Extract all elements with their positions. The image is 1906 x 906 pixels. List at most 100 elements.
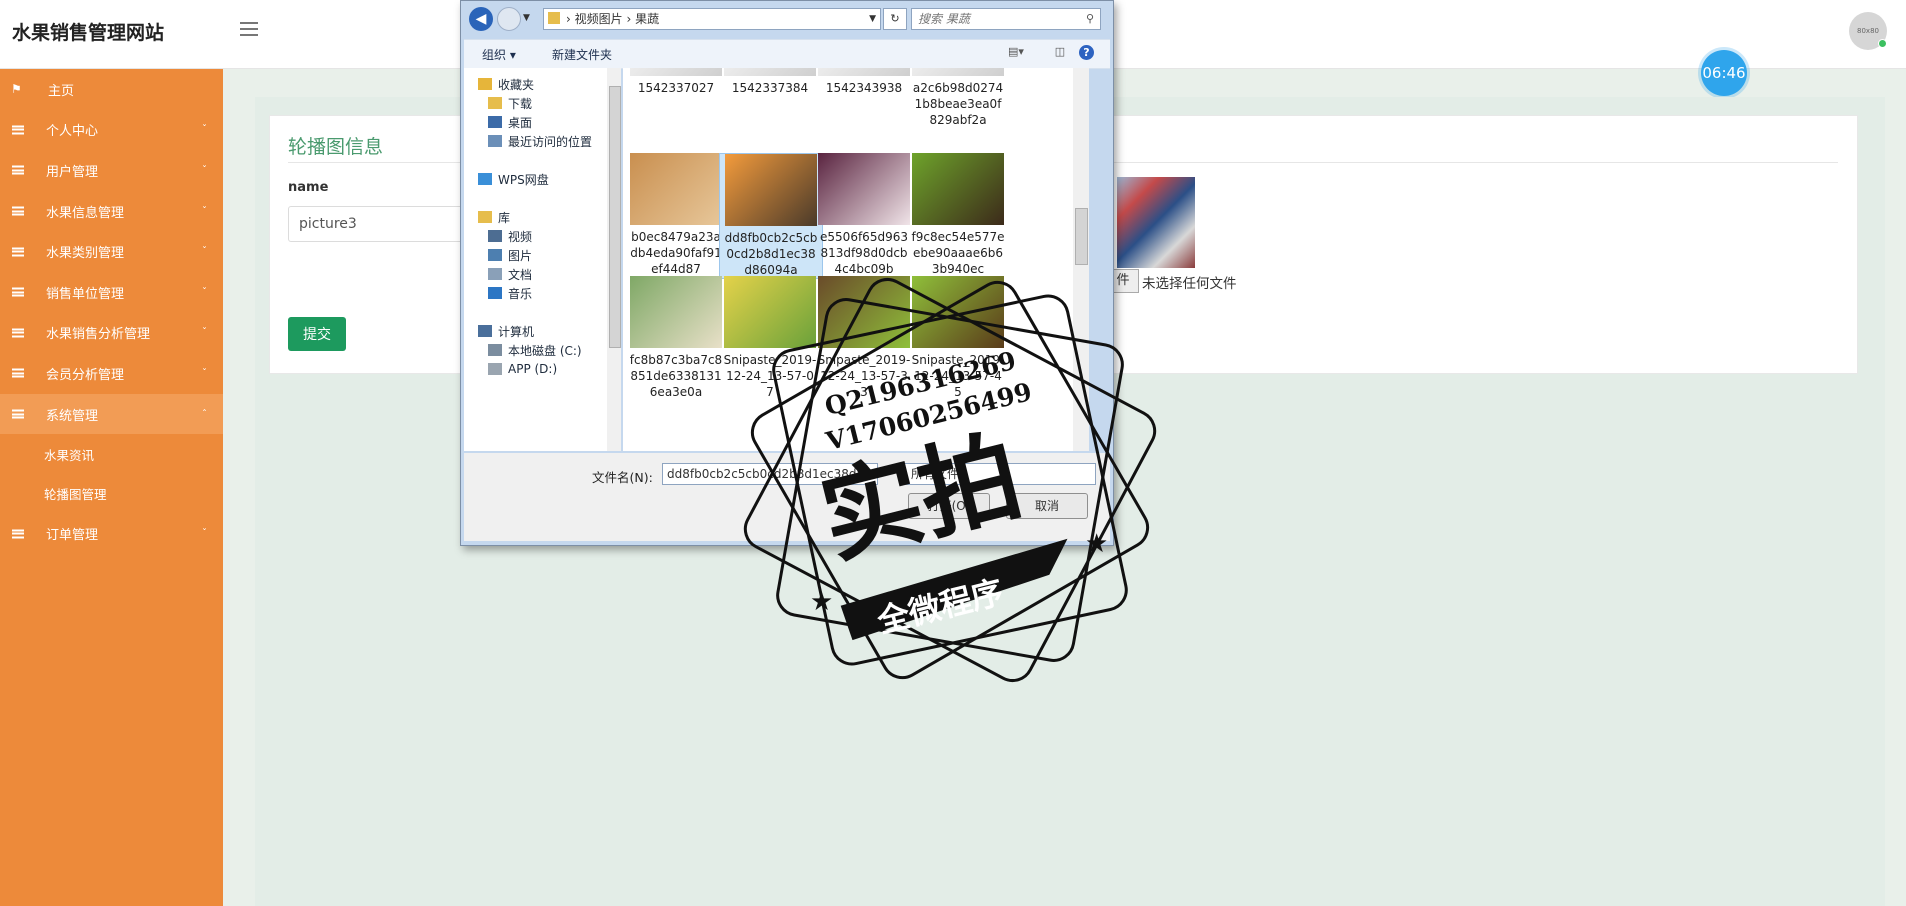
file-item[interactable]: f9c8ec54e577eebe90aaae6b63b940ec [907,153,1009,277]
folder-icon [478,173,492,185]
menu-toggle-icon[interactable] [240,22,258,36]
nav-item-label: 视频 [508,229,533,244]
sidebar-item[interactable]: 水果销售分析管理 ˇ [0,313,223,354]
sidebar-item-label: 系统管理 [46,408,99,424]
nav-scroll-thumb[interactable] [609,86,621,348]
path-breadcrumb[interactable]: › 视频图片 › 果蔬 ▼ [543,8,881,30]
name-label: name [288,180,329,195]
breadcrumb-segment[interactable]: 视频图片 [575,12,623,26]
back-arrow-icon[interactable]: ◀ [469,7,493,31]
nav-item[interactable]: 计算机 [478,321,534,341]
file-item[interactable]: dd8fb0cb2c5cb0cd2b8d1ec38d86094a [719,153,823,279]
sidebar-item-label: 水果销售分析管理 [46,327,151,343]
nav-item-label: APP (D:) [508,362,558,376]
avatar[interactable]: 80x80 [1849,12,1887,50]
sidebar-item-label: 订单管理 [46,528,99,544]
file-thumbnail [725,154,817,226]
organize-button[interactable]: 组织 ▾ [482,46,516,63]
file-item[interactable]: a2c6b98d02741b8beae3ea0f829abf2a [907,68,1009,128]
file-thumbnail [912,153,1004,225]
file-name: e5506f65d963813df98d0dcb4c4bc09b [820,230,908,276]
sidebar-item-label: 水果信息管理 [46,205,125,221]
sidebar-subitem[interactable]: 水果资讯 [0,434,223,474]
flag-icon: ⚑ [11,82,22,97]
file-thumbnail [818,68,910,76]
sidebar-item[interactable]: 系统管理 ˆ [0,393,223,435]
preview-pane-icon[interactable]: ◫ [1052,45,1068,59]
nav-item[interactable]: APP (D:) [488,359,557,379]
nav-item[interactable]: 文档 [488,264,532,284]
folder-icon [488,116,502,128]
file-thumbnail [818,153,910,225]
nav-item[interactable]: WPS网盘 [478,169,549,189]
chevron-icon: ˇ [202,367,207,379]
file-item[interactable]: Snipaste_2019-12-24_13-57-33 [813,276,915,400]
nav-scrollbar[interactable] [607,68,621,451]
list-icon [12,206,24,216]
sidebar-item[interactable]: 会员分析管理 ˇ [0,353,223,394]
list-icon [12,328,24,338]
file-item[interactable]: fc8b87c3ba7c8851de63381316ea3e0a [625,276,727,400]
file-name: 1542343938 [825,81,903,95]
nav-item[interactable]: 下载 [488,93,532,113]
chevron-icon: ˇ [202,286,207,298]
sidebar-item[interactable]: 销售单位管理 ˇ [0,272,223,313]
sidebar-item[interactable]: 订单管理 ˇ [0,513,223,554]
sidebar-subitem[interactable]: 轮播图管理 [0,474,223,514]
nav-item[interactable]: 收藏夹 [478,74,534,94]
history-dropdown-icon[interactable]: ▼ [523,13,530,23]
sidebar-item[interactable]: 水果类别管理 ˇ [0,231,223,272]
path-dropdown-icon[interactable]: ▼ [869,9,876,29]
forward-arrow-icon[interactable] [497,7,521,31]
nav-item[interactable]: 库 [478,207,510,227]
nav-item[interactable]: 视频 [488,226,532,246]
file-item[interactable]: Snipaste_2019-12-24_13-57-45 [907,276,1009,400]
file-status-text: 未选择任何文件 [1142,276,1237,292]
nav-item-label: WPS网盘 [498,172,549,187]
nav-item[interactable]: 音乐 [488,283,532,303]
breadcrumb-segment[interactable]: 果蔬 [635,12,659,26]
folder-icon [488,230,502,242]
search-input[interactable] [912,9,1070,29]
file-name: b0ec8479a23adb4eda90faf91ef44d87 [630,230,722,276]
file-scrollbar[interactable] [1073,68,1089,451]
file-item[interactable]: 1542337384 [719,68,821,96]
chevron-icon: ˇ [202,124,207,136]
open-button[interactable]: 打开(O) [908,493,990,519]
submit-button[interactable]: 提交 [288,317,346,351]
nav-item[interactable]: 最近访问的位置 [488,131,592,151]
file-item[interactable]: e5506f65d963813df98d0dcb4c4bc09b [813,153,915,277]
nav-item-label: 最近访问的位置 [508,134,593,149]
file-scroll-thumb[interactable] [1075,208,1088,265]
file-item[interactable]: b0ec8479a23adb4eda90faf91ef44d87 [625,153,727,277]
file-item[interactable]: 1542343938 [813,68,915,96]
file-name: Snipaste_2019-12-24_13-57-07 [723,353,817,399]
file-name: a2c6b98d02741b8beae3ea0f829abf2a [912,81,1004,127]
sidebar-item[interactable]: 个人中心 ˇ [0,110,223,151]
sidebar-item[interactable]: 水果信息管理 ˇ [0,191,223,232]
navigation-pane: 收藏夹 下载 桌面最近访问的位置 WPS网盘库视频 图片文档 音乐计算机 本地磁盘 (C:)… [464,68,610,451]
filetype-select[interactable]: 所有文件 [904,463,1096,485]
nav-item[interactable]: 图片 [488,245,532,265]
new-folder-button[interactable]: 新建文件夹 [552,46,612,63]
view-options-icon[interactable]: ▤▾ [1008,45,1024,59]
help-icon[interactable]: ? [1079,45,1094,60]
nav-item[interactable]: 桌面 [488,112,532,132]
search-box[interactable]: ⚲ [911,8,1101,30]
chevron-icon: ˇ [202,246,207,258]
filename-input[interactable]: dd8fb0cb2c5cb0cd2b8d1ec38d86094a [662,463,878,485]
file-name: Snipaste_2019-12-24_13-57-33 [817,353,911,399]
sidebar-item[interactable]: ⚑ 主页 [0,69,223,110]
file-open-dialog: ◀ ▼ › 视频图片 › 果蔬 ▼ ↻ ⚲ 组织 ▾ 新建文件夹 ▤▾ ◫ ? … [460,0,1114,546]
sidebar-item-label: 销售单位管理 [46,286,125,302]
file-item[interactable]: Snipaste_2019-12-24_13-57-07 [719,276,821,400]
cancel-button[interactable]: 取消 [1006,493,1088,519]
nav-item[interactable]: 本地磁盘 (C:) [488,340,582,360]
file-item[interactable]: 1542337027 [625,68,727,96]
sidebar-item[interactable]: 用户管理 ˇ [0,150,223,191]
nav-item-label: 文档 [508,267,533,282]
search-icon[interactable]: ⚲ [1086,12,1094,25]
refresh-icon[interactable]: ↻ [883,8,907,30]
folder-icon [488,287,502,299]
list-icon [12,287,24,297]
